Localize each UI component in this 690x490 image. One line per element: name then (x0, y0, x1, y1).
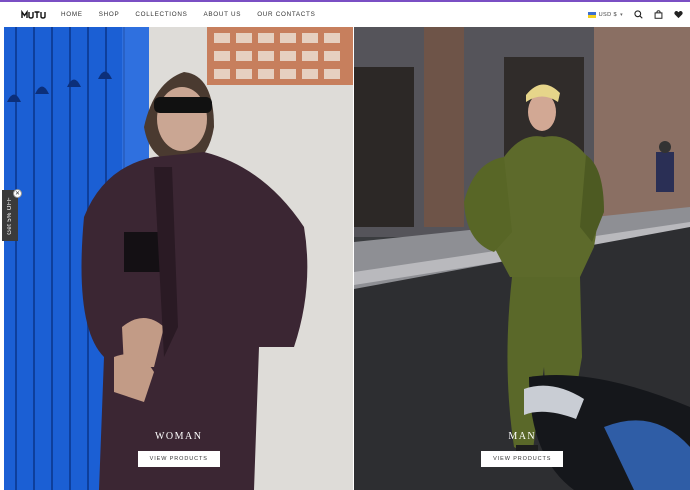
man-hero-image (354, 27, 690, 490)
panel-woman[interactable]: WOMAN VIEW PRODUCTS (4, 27, 354, 490)
man-caption: MAN VIEW PRODUCTS (354, 431, 690, 467)
woman-caption: WOMAN VIEW PRODUCTS (4, 431, 353, 467)
promo-label: Get 5% OFF (7, 196, 13, 235)
nav-home[interactable]: HOME (61, 11, 83, 18)
chevron-down-icon: ▾ (620, 11, 623, 18)
flag-ukraine-icon (587, 11, 596, 18)
nav-our-contacts[interactable]: OUR CONTACTS (257, 11, 315, 18)
logo-mark (21, 10, 46, 19)
heart-icon[interactable] (673, 10, 683, 20)
nav-shop[interactable]: SHOP (99, 11, 120, 18)
man-title: MAN (508, 431, 537, 442)
header-tools: USD $ ▾ (587, 2, 683, 27)
woman-view-products-button[interactable]: VIEW PRODUCTS (137, 451, 220, 467)
man-view-products-button[interactable]: VIEW PRODUCTS (481, 451, 564, 467)
woman-hero-image (4, 27, 354, 490)
main-nav: HOME SHOP COLLECTIONS ABOUT US OUR CONTA… (61, 2, 332, 27)
hero-split: WOMAN VIEW PRODUCTS MAN VIEW PRODUCTS (0, 27, 690, 490)
panel-man[interactable]: MAN VIEW PRODUCTS (354, 27, 690, 490)
logo[interactable] (21, 9, 47, 21)
search-icon[interactable] (633, 10, 643, 20)
bag-icon[interactable] (653, 10, 663, 20)
nav-collections[interactable]: COLLECTIONS (135, 11, 187, 18)
currency-label: USD $ (598, 11, 618, 18)
currency-selector[interactable]: USD $ ▾ (587, 11, 623, 18)
woman-title: WOMAN (154, 431, 203, 442)
nav-about-us[interactable]: ABOUT US (204, 11, 242, 18)
promo-close-icon[interactable]: ✕ (13, 189, 22, 198)
site-header: HOME SHOP COLLECTIONS ABOUT US OUR CONTA… (0, 2, 690, 27)
